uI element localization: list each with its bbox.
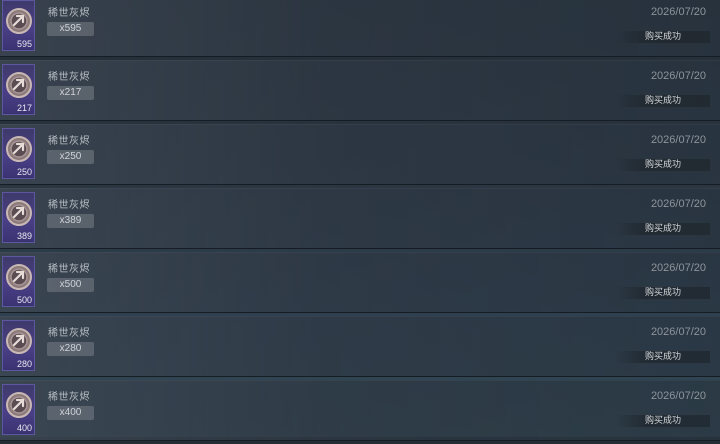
- item-icon-box: 389: [2, 192, 35, 243]
- item-icon-count: 389: [16, 231, 32, 241]
- purchase-record-row[interactable]: 595 稀世灰烬 x595 2026/07/20 购买成功: [0, 0, 720, 57]
- item-quantity-badge: x389: [47, 214, 94, 228]
- item-name: 稀世灰烬: [48, 72, 90, 83]
- item-quantity-badge: x250: [47, 150, 94, 164]
- item-quantity-badge: x217: [47, 86, 94, 100]
- purchase-date: 2026/07/20: [650, 390, 706, 402]
- purchase-date: 2026/07/20: [650, 198, 706, 210]
- purchase-record-row[interactable]: 389 稀世灰烬 x389 2026/07/20 购买成功: [0, 188, 720, 249]
- purchase-history-list: 595 稀世灰烬 x595 2026/07/20 购买成功 217 稀世灰烬 x…: [0, 0, 720, 444]
- ash-coin-icon: [6, 136, 32, 162]
- item-name: 稀世灰烬: [48, 136, 90, 147]
- purchase-status: 购买成功: [616, 95, 710, 107]
- item-quantity-badge: x280: [47, 342, 94, 356]
- item-name: 稀世灰烬: [48, 200, 90, 211]
- item-name: 稀世灰烬: [48, 264, 90, 275]
- item-icon-count: 500: [16, 295, 32, 305]
- purchase-record-row[interactable]: 280 稀世灰烬 x280 2026/07/20 购买成功: [0, 316, 720, 377]
- item-icon-box: 217: [2, 64, 35, 115]
- purchase-record-row[interactable]: 500 稀世灰烬 x500 2026/07/20 购买成功: [0, 252, 720, 313]
- purchase-record-row[interactable]: 217 稀世灰烬 x217 2026/07/20 购买成功: [0, 60, 720, 121]
- item-icon-box: 400: [2, 384, 35, 435]
- item-icon-count: 280: [16, 359, 32, 369]
- item-name: 稀世灰烬: [48, 392, 90, 403]
- purchase-date: 2026/07/20: [650, 326, 706, 338]
- item-icon-box: 280: [2, 320, 35, 371]
- ash-coin-icon: [6, 392, 32, 418]
- purchase-status: 购买成功: [616, 287, 710, 299]
- purchase-status: 购买成功: [616, 223, 710, 235]
- purchase-status: 购买成功: [616, 415, 710, 427]
- item-icon-count: 595: [16, 39, 32, 49]
- purchase-date: 2026/07/20: [650, 70, 706, 82]
- ash-coin-icon: [6, 328, 32, 354]
- item-icon-count: 400: [16, 423, 32, 433]
- purchase-record-row[interactable]: 250 稀世灰烬 x250 2026/07/20 购买成功: [0, 124, 720, 185]
- item-name: 稀世灰烬: [48, 8, 90, 19]
- item-quantity-badge: x500: [47, 278, 94, 292]
- purchase-status: 购买成功: [616, 31, 710, 43]
- purchase-status: 购买成功: [616, 351, 710, 363]
- item-icon-box: 595: [2, 0, 35, 51]
- purchase-date: 2026/07/20: [650, 134, 706, 146]
- ash-coin-icon: [6, 200, 32, 226]
- item-quantity-badge: x595: [47, 22, 94, 36]
- purchase-date: 2026/07/20: [650, 6, 706, 18]
- purchase-record-row[interactable]: 400 稀世灰烬 x400 2026/07/20 购买成功: [0, 380, 720, 441]
- ash-coin-icon: [6, 72, 32, 98]
- purchase-date: 2026/07/20: [650, 262, 706, 274]
- item-name: 稀世灰烬: [48, 328, 90, 339]
- ash-coin-icon: [6, 8, 32, 34]
- purchase-status: 购买成功: [616, 159, 710, 171]
- ash-coin-icon: [6, 264, 32, 290]
- item-icon-count: 217: [16, 103, 32, 113]
- item-icon-count: 250: [16, 167, 32, 177]
- item-icon-box: 250: [2, 128, 35, 179]
- item-quantity-badge: x400: [47, 406, 94, 420]
- item-icon-box: 500: [2, 256, 35, 307]
